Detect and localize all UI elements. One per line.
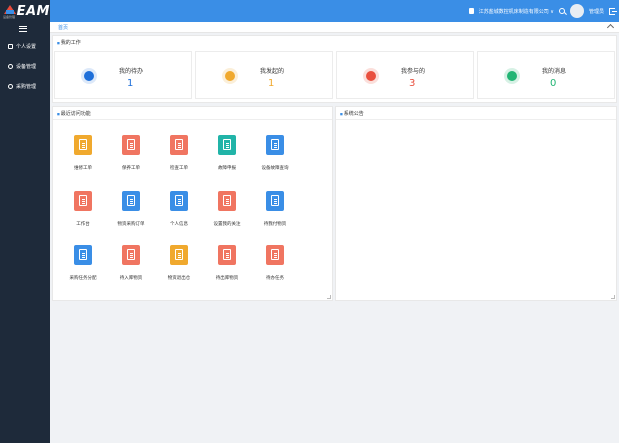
bell-icon xyxy=(504,68,520,84)
sidebar-item-label: 采购管理 xyxy=(16,83,37,90)
document-icon xyxy=(122,191,140,211)
function-shortcut[interactable]: 待入库物资 xyxy=(107,245,155,285)
function-label: 故障申报 xyxy=(218,166,236,171)
function-label: 设备故障查询 xyxy=(261,166,289,171)
work-card-participated[interactable]: 我参与的 3 xyxy=(336,51,474,99)
collapse-icon[interactable] xyxy=(606,23,615,32)
divider xyxy=(53,119,332,120)
work-card-count: 1 xyxy=(127,78,134,89)
search-icon[interactable] xyxy=(558,8,565,14)
breadcrumb[interactable]: 首页 xyxy=(58,24,68,31)
logo-text: EAM xyxy=(16,3,50,19)
function-shortcut[interactable]: 保养工单 xyxy=(107,135,155,175)
work-card-messages[interactable]: 我的消息 0 xyxy=(477,51,615,99)
header-actions: 江苏盐城数控机床制造有限公司 ∨ 管理员 xyxy=(468,0,617,22)
document-icon xyxy=(74,135,92,155)
document-icon xyxy=(170,191,188,211)
document-icon xyxy=(170,245,188,265)
participant-icon xyxy=(363,68,379,84)
document-icon xyxy=(74,191,92,211)
function-label: 待办任务 xyxy=(266,276,284,281)
function-shortcut[interactable]: 检查工单 xyxy=(155,135,203,175)
document-icon xyxy=(266,191,284,211)
function-shortcut[interactable]: 待办任务 xyxy=(251,245,299,285)
panel-title: 我的工作 xyxy=(57,39,81,46)
building-icon xyxy=(468,8,474,14)
function-label: 设置我的关注 xyxy=(213,222,241,227)
document-icon xyxy=(266,135,284,155)
function-label: 采购任务分配 xyxy=(69,276,97,281)
function-label: 待出库物资 xyxy=(215,276,239,281)
org-selector[interactable]: 江苏盐城数控机床制造有限公司 ∨ xyxy=(479,8,554,15)
sidebar: 个人设置 设备管理 采购管理 xyxy=(0,22,50,443)
grid-icon xyxy=(8,43,13,49)
function-label: 个人信息 xyxy=(170,222,188,227)
function-shortcut[interactable]: 工作台 xyxy=(59,191,107,231)
recent-functions-panel: 最近访问功能 维修工单 保养工单 检查工单 故障申报 设备故障查询工作台 物资采购订单 个人… xyxy=(52,106,333,301)
function-label: 物资退出仓 xyxy=(167,276,191,281)
function-shortcut[interactable]: 维修工单 xyxy=(59,135,107,175)
function-label: 检查工单 xyxy=(170,166,188,171)
panel-title: 系统公告 xyxy=(340,110,364,117)
work-card-todo[interactable]: 我的待办 1 xyxy=(54,51,192,99)
logout-icon[interactable] xyxy=(609,7,617,15)
announcements-panel: 系统公告 xyxy=(335,106,617,301)
work-card-label: 我的待办 xyxy=(119,68,144,75)
sidebar-item-purchase[interactable]: 采购管理 xyxy=(0,80,50,92)
sidebar-item-equipment[interactable]: 设备管理 xyxy=(0,60,50,72)
logo-subtitle: 设备管理 xyxy=(3,15,16,19)
document-icon xyxy=(122,135,140,155)
send-icon xyxy=(222,68,238,84)
sidebar-item-label: 个人设置 xyxy=(16,43,37,50)
work-card-label: 我发起的 xyxy=(260,68,285,75)
sidebar-item-personal[interactable]: 个人设置 xyxy=(0,40,50,52)
function-shortcut[interactable]: 待出库物资 xyxy=(203,245,251,285)
document-icon xyxy=(170,135,188,155)
sidebar-item-label: 设备管理 xyxy=(16,63,37,70)
function-label: 待我付物资 xyxy=(263,222,287,227)
user-name[interactable]: 管理员 xyxy=(589,8,604,15)
cart-icon xyxy=(8,83,13,89)
function-shortcut[interactable]: 故障申报 xyxy=(203,135,251,175)
function-shortcut[interactable]: 个人信息 xyxy=(155,191,203,231)
avatar[interactable] xyxy=(569,4,584,18)
function-label: 工作台 xyxy=(76,222,90,227)
function-shortcut[interactable]: 物资采购订单 xyxy=(107,191,155,231)
function-label: 保养工单 xyxy=(122,166,140,171)
resize-handle[interactable] xyxy=(611,295,615,299)
work-card-label: 我参与的 xyxy=(401,68,426,75)
document-icon xyxy=(218,135,236,155)
document-icon xyxy=(266,245,284,265)
function-label: 物资采购订单 xyxy=(117,222,145,227)
work-card-count: 1 xyxy=(268,78,275,89)
function-label: 待入库物资 xyxy=(119,276,143,281)
breadcrumb-bar: 首页 xyxy=(50,22,619,33)
document-icon xyxy=(218,191,236,211)
function-shortcut[interactable]: 物资退出仓 xyxy=(155,245,203,285)
document-icon xyxy=(122,245,140,265)
document-icon xyxy=(218,245,236,265)
function-shortcut[interactable]: 设备故障查询 xyxy=(251,135,299,175)
menu-toggle-icon[interactable] xyxy=(19,26,27,32)
resize-handle[interactable] xyxy=(327,295,331,299)
work-card-count: 3 xyxy=(409,78,416,89)
divider xyxy=(336,119,616,120)
work-card-initiated[interactable]: 我发起的 1 xyxy=(195,51,333,99)
function-shortcut[interactable]: 采购任务分配 xyxy=(59,245,107,285)
panel-title: 最近访问功能 xyxy=(57,110,91,117)
function-label: 维修工单 xyxy=(74,166,92,171)
document-icon xyxy=(74,245,92,265)
work-card-label: 我的消息 xyxy=(542,68,567,75)
work-card-count: 0 xyxy=(550,78,557,89)
function-shortcut[interactable]: 待我付物资 xyxy=(251,191,299,231)
function-shortcut[interactable]: 设置我的关注 xyxy=(203,191,251,231)
todo-icon xyxy=(81,68,97,84)
gear-icon xyxy=(8,63,13,69)
